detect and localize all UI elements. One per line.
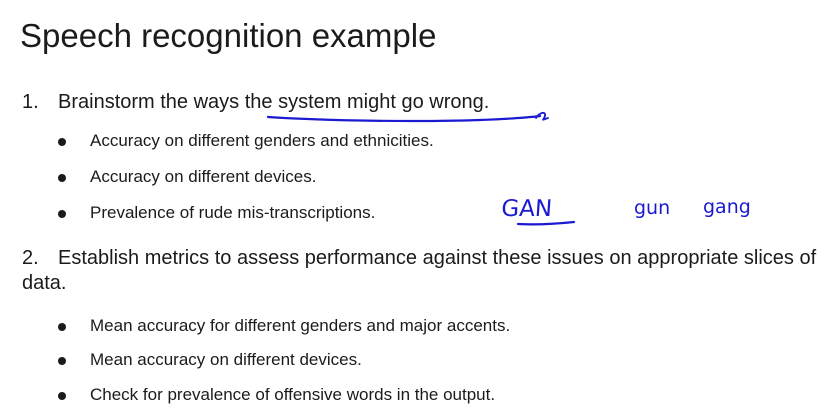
ink-annotation-layer: GAN gun gang [266,111,751,226]
handwritten-word-gang: gang [703,196,751,218]
ink-underline [266,114,542,123]
ink-scribble-mark [535,111,549,121]
ink-underline-gan [516,220,576,226]
slide: Speech recognition example 1. Brainstorm… [0,0,833,417]
handwritten-word-gan: GAN [500,196,553,222]
handwritten-word-gun: gun [634,197,670,219]
